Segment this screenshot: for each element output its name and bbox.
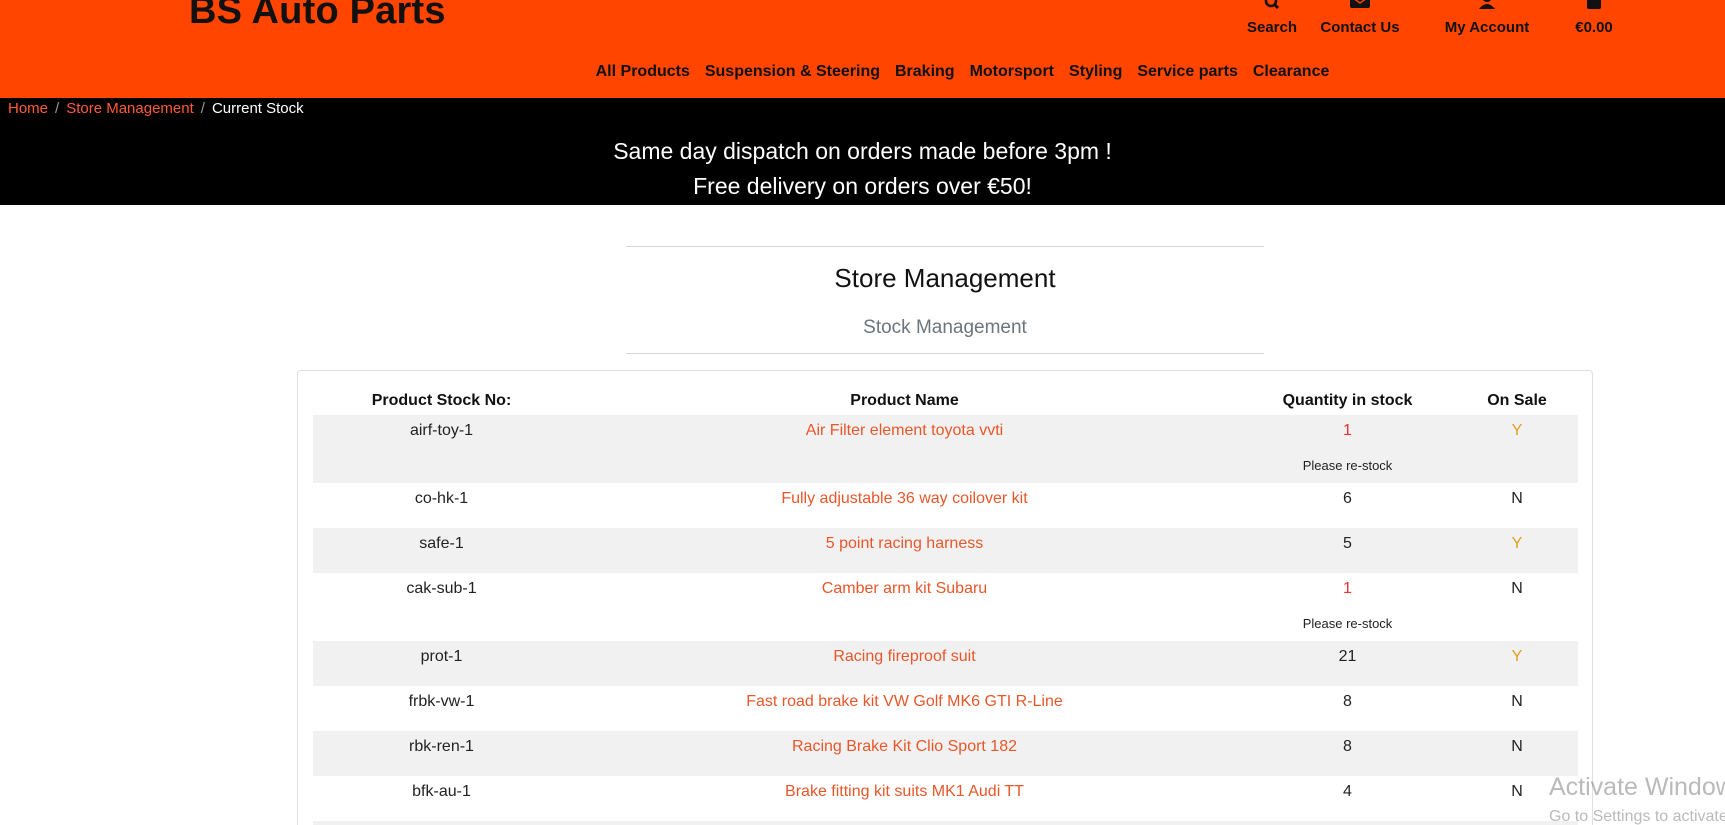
divider	[626, 353, 1264, 354]
page-subtitle: Stock Management	[863, 317, 1027, 338]
table-row: airf-toy-1 Air Filter element toyota vvt…	[313, 415, 1578, 483]
cart-total: €0.00	[1575, 19, 1613, 36]
quantity-cell: 8	[1343, 738, 1352, 755]
header-product-name: Product Name	[850, 392, 959, 409]
quantity-cell: 6	[1343, 490, 1352, 507]
quantity-cell: 1	[1343, 580, 1352, 597]
quantity-cell: 21	[1338, 648, 1357, 665]
nav-all-products[interactable]: All Products	[596, 63, 690, 83]
table-row: rbk-ren-1 Racing Brake Kit Clio Sport 18…	[313, 731, 1578, 776]
nav-styling[interactable]: Styling	[1069, 63, 1122, 83]
table-row: frbk-vw-1 Fast road brake kit VW Golf MK…	[313, 686, 1578, 731]
banner-dispatch-text: Same day dispatch on orders made before …	[613, 138, 1112, 164]
stock-no-cell: co-hk-1	[414, 490, 469, 507]
product-name-link[interactable]: Camber arm kit Subaru	[822, 580, 987, 597]
header-stock-no: Product Stock No:	[371, 392, 512, 409]
contact-link[interactable]: Contact Us	[1310, 0, 1410, 44]
quantity-cell: 1	[1343, 422, 1352, 439]
stock-no-cell: bfk-au-1	[412, 783, 471, 800]
on-sale-cell: Y	[1511, 535, 1523, 552]
user-icon	[1479, 0, 1495, 9]
cart-link[interactable]: €0.00	[1544, 0, 1644, 44]
table-row: safe-1 5 point racing harness 5 Y	[313, 528, 1578, 573]
stock-no-cell: frbk-vw-1	[408, 693, 475, 710]
product-name-link[interactable]: Racing Brake Kit Clio Sport 182	[792, 738, 1017, 755]
table-row: bfk-au-1 Brake fitting kit suits MK1 Aud…	[313, 776, 1578, 821]
breadcrumb-store-management[interactable]: Store Management	[66, 100, 194, 117]
on-sale-cell: N	[1511, 580, 1523, 597]
on-sale-cell: N	[1511, 693, 1523, 710]
page-title: Store Management	[834, 263, 1056, 293]
nav-motorsport[interactable]: Motorsport	[970, 63, 1054, 83]
breadcrumb-current: Current Stock	[211, 100, 304, 117]
search-label: Search	[1246, 19, 1298, 36]
restock-warning: Please re-stock	[1302, 458, 1393, 473]
stock-no-cell: prot-1	[420, 648, 463, 665]
quantity-cell: 8	[1343, 693, 1352, 710]
divider	[626, 246, 1264, 247]
search-icon	[1264, 0, 1280, 10]
on-sale-cell: Y	[1511, 648, 1523, 665]
windows-activation-hint: Go to Settings to activate Windows.	[1549, 808, 1725, 825]
product-name-link[interactable]: Racing fireproof suit	[833, 648, 975, 665]
stock-no-cell	[313, 821, 570, 825]
stock-no-cell: rbk-ren-1	[409, 738, 474, 755]
product-name-link[interactable]: 5 point racing harness	[826, 535, 983, 552]
product-name-link[interactable]: Fast road brake kit VW Golf MK6 GTI R-Li…	[746, 693, 1063, 710]
nav-braking[interactable]: Braking	[895, 63, 955, 83]
table-row	[313, 821, 1578, 825]
shopping-bag-icon	[1587, 0, 1601, 9]
stock-no-cell: cak-sub-1	[406, 580, 477, 597]
search-link[interactable]: Search	[1222, 0, 1322, 44]
nav-clearance[interactable]: Clearance	[1253, 63, 1330, 83]
table-row: co-hk-1 Fully adjustable 36 way coilover…	[313, 483, 1578, 528]
banner-delivery-text: Free delivery on orders over €50!	[693, 173, 1032, 199]
breadcrumb-separator: /	[200, 100, 205, 117]
quantity-cell: 4	[1343, 783, 1352, 800]
on-sale-cell: N	[1511, 738, 1523, 755]
nav-service-parts[interactable]: Service parts	[1137, 63, 1238, 83]
contact-label: Contact Us	[1320, 19, 1400, 36]
table-header-row: Product Stock No: Product Name Quantity …	[313, 387, 1578, 415]
on-sale-cell: Y	[1511, 422, 1523, 439]
my-account-label: My Account	[1444, 19, 1530, 36]
envelope-icon	[1350, 0, 1370, 8]
restock-warning: Please re-stock	[1302, 616, 1393, 631]
windows-activation-watermark: Activate Windows	[1549, 773, 1725, 801]
on-sale-cell: N	[1511, 490, 1523, 507]
my-account-link[interactable]: My Account	[1437, 0, 1537, 44]
table-row: prot-1 Racing fireproof suit 21 Y	[313, 641, 1578, 686]
header-quantity: Quantity in stock	[1282, 392, 1413, 409]
on-sale-cell: N	[1511, 783, 1523, 800]
site-header: BS Auto Parts Search Contact Us My Accou…	[0, 0, 1725, 98]
nav-suspension-steering[interactable]: Suspension & Steering	[705, 63, 880, 83]
stock-table: Product Stock No: Product Name Quantity …	[313, 387, 1578, 825]
stock-no-cell: safe-1	[419, 535, 464, 552]
header-on-sale: On Sale	[1487, 392, 1547, 409]
stock-no-cell: airf-toy-1	[409, 422, 474, 439]
main-nav: All Products Suspension & Steering Braki…	[596, 63, 1330, 83]
product-name-link[interactable]: Air Filter element toyota vvti	[806, 422, 1003, 439]
breadcrumb: Home / Store Management / Current Stock	[8, 100, 304, 117]
product-name-link[interactable]: Brake fitting kit suits MK1 Audi TT	[785, 783, 1024, 800]
quantity-cell: 5	[1343, 535, 1352, 552]
product-name-link[interactable]: Fully adjustable 36 way coilover kit	[781, 490, 1027, 507]
breadcrumb-separator: /	[55, 100, 60, 117]
table-row: cak-sub-1 Camber arm kit Subaru 1 Please …	[313, 573, 1578, 641]
breadcrumb-home[interactable]: Home	[8, 100, 48, 117]
site-logo[interactable]: BS Auto Parts	[189, 0, 446, 33]
